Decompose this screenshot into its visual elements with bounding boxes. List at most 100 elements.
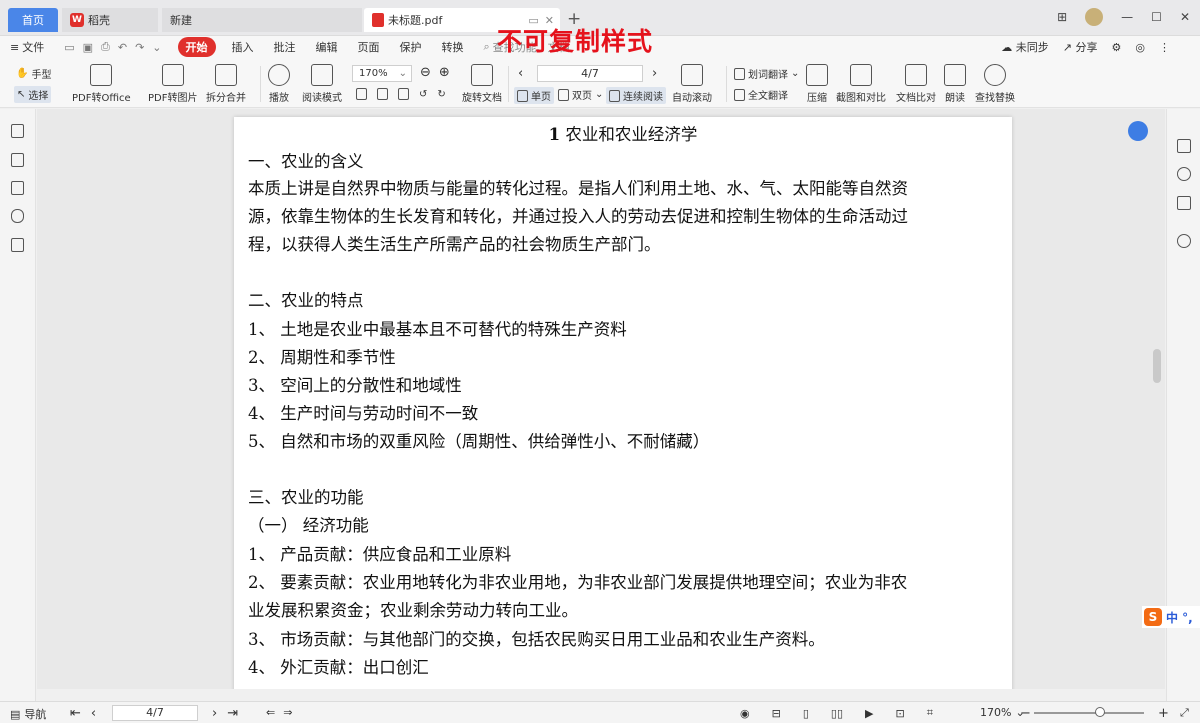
double-page-button[interactable]: 双页 ⌄ xyxy=(558,87,603,102)
back-icon[interactable]: ⇐ xyxy=(266,706,275,719)
next-page-icon[interactable]: › xyxy=(212,706,217,721)
share-button[interactable]: ↗ 分享 xyxy=(1063,39,1098,55)
file-menu[interactable]: ≡ 文件 xyxy=(0,39,54,55)
open-folder-icon[interactable]: ▭ xyxy=(64,41,74,54)
bookmark-icon[interactable] xyxy=(11,124,24,138)
crop-icon[interactable]: ⌗ xyxy=(927,706,933,720)
floating-edit-button[interactable] xyxy=(1128,121,1148,141)
thumbnail-icon[interactable] xyxy=(11,153,24,167)
chevron-right-icon: › xyxy=(652,66,658,81)
translate-panel-icon[interactable] xyxy=(1177,139,1191,153)
grid-view-icon[interactable]: ⊞ xyxy=(1057,10,1067,24)
pdf-to-office-button[interactable]: PDF转Office xyxy=(72,64,131,104)
prev-page-button[interactable]: ‹ xyxy=(518,66,523,81)
auto-scroll-button[interactable]: 自动滚动 xyxy=(672,64,712,104)
vertical-scrollbar[interactable] xyxy=(1153,349,1161,383)
ime-language: 中 °, xyxy=(1166,610,1193,625)
status-page-value: 4/7 xyxy=(146,706,164,719)
more-dropdown-icon[interactable]: ⌄ xyxy=(152,41,161,54)
select-tool[interactable]: ↖ 选择 xyxy=(14,86,52,103)
undo-icon[interactable]: ↶ xyxy=(118,41,127,54)
first-page-icon[interactable]: ⇤ xyxy=(70,706,81,721)
sync-label: 未同步 xyxy=(1015,41,1049,54)
navigation-toggle[interactable]: ▤ 导航 xyxy=(10,706,46,722)
rotate-right-icon[interactable]: ↻ xyxy=(437,89,445,100)
find-replace-button[interactable]: 查找替换 xyxy=(975,64,1015,104)
zoom-slider[interactable] xyxy=(1034,712,1144,714)
menu-page[interactable]: 页面 xyxy=(348,39,390,55)
read-mode-button[interactable]: 阅读模式 xyxy=(302,64,342,104)
zoom-in-icon[interactable]: ⊕ xyxy=(439,65,450,80)
zoom-select[interactable]: 170% ⌄ xyxy=(352,65,412,82)
fit-window-icon[interactable]: ⤢ xyxy=(1180,706,1189,720)
page-input[interactable]: 4/7 xyxy=(537,65,643,82)
hand-tool[interactable]: ✋ 手型 xyxy=(16,66,51,81)
play-button[interactable]: 播放 xyxy=(268,64,290,104)
sync-status[interactable]: ☁ 未同步 xyxy=(1001,39,1049,55)
fit-height-icon[interactable]: ⊟ xyxy=(772,707,781,720)
ime-indicator[interactable]: S 中 °, xyxy=(1142,606,1200,628)
zoom-select-status[interactable]: 170% ⌄ xyxy=(980,706,1025,719)
compress-button[interactable]: 压缩 xyxy=(806,64,828,104)
settings-icon[interactable]: ⚙ xyxy=(1112,41,1122,54)
play-icon[interactable]: ▶ xyxy=(865,707,873,720)
redo-icon[interactable]: ↷ xyxy=(135,41,144,54)
read-aloud-button[interactable]: 朗读 xyxy=(944,64,966,104)
double-view-icon[interactable]: ▯▯ xyxy=(831,707,843,720)
pdf-to-image-button[interactable]: PDF转图片 xyxy=(148,64,197,104)
menu-start[interactable]: 开始 xyxy=(177,37,216,57)
read-mode-label: 阅读模式 xyxy=(302,93,342,104)
more-options-icon[interactable]: ⋮ xyxy=(1159,41,1170,54)
minimize-button[interactable]: — xyxy=(1121,10,1133,24)
menu-insert[interactable]: 插入 xyxy=(222,39,264,55)
prev-page-icon[interactable]: ‹ xyxy=(91,706,96,721)
rotate-left-icon[interactable]: ↺ xyxy=(419,89,427,100)
text-line: 业发展积累资金；农业剩余劳动力转向工业。 xyxy=(248,601,578,620)
next-page-button[interactable]: › xyxy=(652,66,657,81)
comment-icon[interactable] xyxy=(11,181,24,195)
zoom-out-icon[interactable]: ⊖ xyxy=(420,65,431,80)
attachment-icon[interactable] xyxy=(11,209,24,223)
eye-protect-icon[interactable]: ◉ xyxy=(740,707,750,720)
signature-icon[interactable] xyxy=(11,238,24,252)
full-screen-icon[interactable]: ⊡ xyxy=(895,707,904,720)
save-icon[interactable]: ▣ xyxy=(83,41,93,54)
single-page-button[interactable]: 单页 xyxy=(514,87,554,104)
fit-width-icon[interactable] xyxy=(377,88,388,100)
sliders-icon[interactable] xyxy=(1177,196,1191,210)
skin-icon[interactable]: ◎ xyxy=(1135,41,1145,54)
full-translate-button[interactable]: 全文翻译 xyxy=(734,87,788,102)
word-translate-button[interactable]: 划词翻译 ⌄ xyxy=(734,66,799,81)
document-canvas[interactable]: 1 农业和农业经济学 一、农业的含义 本质上讲是自然界中物质与能量的转化过程。是… xyxy=(37,109,1165,689)
status-page-input[interactable]: 4/7 xyxy=(112,705,198,721)
actual-size-icon[interactable] xyxy=(398,88,409,100)
navigation-label: 导航 xyxy=(24,708,47,721)
maximize-button[interactable]: ☐ xyxy=(1151,10,1162,24)
zoom-out-button[interactable]: − xyxy=(1020,706,1031,721)
print-icon[interactable]: ⎙ xyxy=(101,40,110,54)
close-window-button[interactable]: ✕ xyxy=(1180,10,1190,24)
menu-edit[interactable]: 编辑 xyxy=(306,39,348,55)
rotate-document-button[interactable]: 旋转文档 xyxy=(462,64,502,104)
menu-protect[interactable]: 保护 xyxy=(390,39,432,55)
menu-convert[interactable]: 转换 xyxy=(432,39,474,55)
split-merge-button[interactable]: 拆分合并 xyxy=(206,64,246,104)
tab-wps[interactable]: W 稻壳 xyxy=(62,8,158,32)
continuous-read-button[interactable]: 连续阅读 xyxy=(606,87,666,104)
search-panel-icon[interactable] xyxy=(1177,234,1191,248)
fit-page-icon[interactable] xyxy=(356,88,367,100)
screenshot-compare-button[interactable]: 截图和对比 xyxy=(836,64,886,104)
doc-compare-button[interactable]: 文档比对 xyxy=(896,64,936,104)
forward-icon[interactable]: ⇒ xyxy=(283,706,292,719)
help-icon[interactable] xyxy=(1177,167,1191,181)
avatar[interactable] xyxy=(1085,8,1104,26)
tab-home[interactable]: 首页 xyxy=(8,8,58,32)
cursor-icon: ↖ xyxy=(17,89,26,100)
last-page-icon[interactable]: ⇥ xyxy=(227,706,238,721)
menu-annotate[interactable]: 批注 xyxy=(264,39,306,55)
zoom-slider-handle[interactable] xyxy=(1095,707,1105,717)
zoom-in-button[interactable]: + xyxy=(1158,706,1169,721)
single-view-icon[interactable]: ▯ xyxy=(803,707,809,720)
compress-label: 压缩 xyxy=(807,93,827,104)
tab-new[interactable]: 新建 xyxy=(162,8,362,32)
